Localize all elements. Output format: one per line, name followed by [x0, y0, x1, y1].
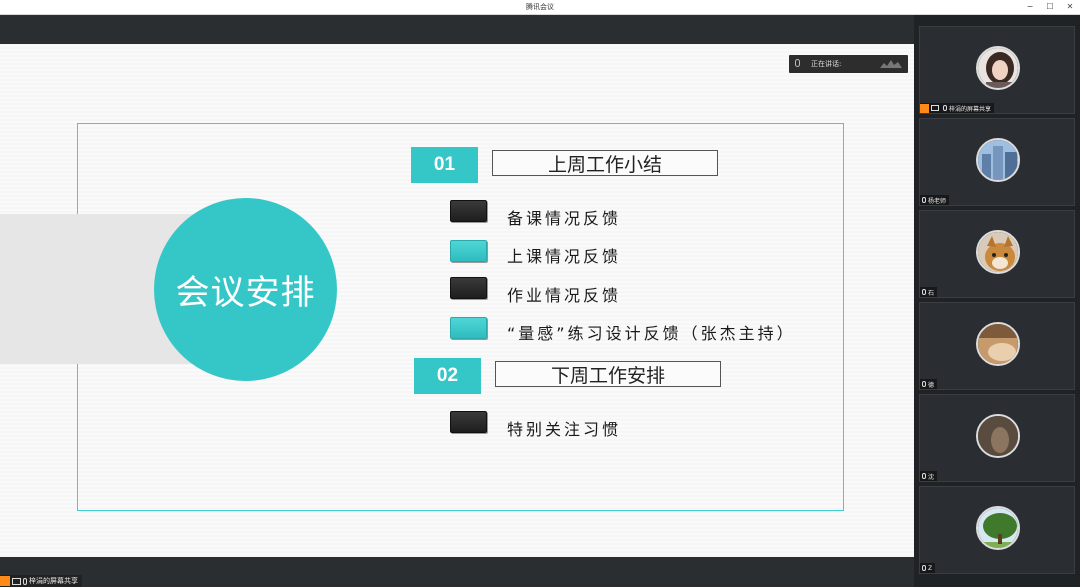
- bullet-marker: [450, 240, 487, 262]
- microphone-icon: [922, 289, 926, 295]
- shared-screen: 正在讲话: 会议安排 01 上周工作小结 备课情况反馈 上课情况反馈 作业情况反…: [0, 44, 914, 557]
- participant-panel: 梓涓的屏幕共享 杨老师 石 德 沈 Z: [914, 15, 1080, 587]
- avatar: [976, 46, 1020, 90]
- agenda-item: 作业情况反馈: [507, 286, 622, 305]
- slide-title: 会议安排: [175, 273, 316, 313]
- microphone-icon: [922, 473, 926, 479]
- bottom-bar: 梓涓的屏幕共享: [0, 557, 914, 587]
- participant-tile[interactable]: 德: [919, 302, 1075, 390]
- title-bar: 腾讯会议 − ☐ ✕: [0, 0, 1080, 15]
- agenda-item: “量感”练习设计反馈（张杰主持）: [507, 324, 796, 343]
- participant-tile[interactable]: Z: [919, 486, 1075, 574]
- section-2-number: 02: [414, 358, 481, 394]
- avatar: [976, 230, 1020, 274]
- participant-name-tag: 杨老师: [920, 195, 950, 205]
- participant-name: 德: [928, 381, 935, 389]
- host-icon: [920, 103, 929, 113]
- city-buildings-icon: [978, 140, 1018, 180]
- microphone-icon: [922, 381, 926, 387]
- speaking-indicator: 正在讲话:: [789, 55, 908, 73]
- avatar: [976, 414, 1020, 458]
- tree-photo-icon: [978, 508, 1018, 548]
- audio-wave-icon: [880, 60, 902, 68]
- minimize-button[interactable]: −: [1026, 1, 1034, 13]
- agenda-item: 特别关注习惯: [507, 420, 622, 439]
- microphone-icon: [795, 59, 800, 67]
- bullet-marker: [450, 200, 487, 222]
- window-controls: − ☐ ✕: [1026, 1, 1074, 13]
- screen-share-label: 梓涓的屏幕共享: [29, 577, 78, 585]
- agenda-item: 备课情况反馈: [507, 209, 622, 228]
- participant-name-tag: Z: [920, 563, 936, 573]
- microphone-icon: [922, 565, 926, 571]
- avatar: [976, 506, 1020, 550]
- microphone-icon: [943, 105, 947, 111]
- section-1-heading: 上周工作小结: [492, 150, 718, 176]
- host-icon: [0, 576, 10, 586]
- bullet-marker: [450, 277, 487, 299]
- participant-name: 梓涓的屏幕共享: [949, 105, 992, 113]
- participant-name-tag: 石: [920, 287, 938, 297]
- microphone-icon: [922, 197, 926, 203]
- close-button[interactable]: ✕: [1066, 1, 1074, 13]
- slide-title-circle: 会议安排: [154, 198, 337, 381]
- bullet-marker: [450, 317, 487, 339]
- participant-tile[interactable]: 沈: [919, 394, 1075, 482]
- screen-share-tag: 梓涓的屏幕共享: [0, 575, 82, 587]
- section-2-heading: 下周工作安排: [495, 361, 721, 387]
- participant-tile[interactable]: 石: [919, 210, 1075, 298]
- agenda-item: 上课情况反馈: [507, 247, 622, 266]
- screen-share-icon: [12, 577, 21, 585]
- shiba-dog-icon: [978, 232, 1018, 272]
- meeting-window: 腾讯会议 − ☐ ✕ 正在讲话: 会议安排 01 上周工作小结 备课情况反馈 上…: [0, 0, 1080, 587]
- avatar: [976, 322, 1020, 366]
- participant-name: 杨老师: [928, 197, 947, 205]
- top-toolbar-strip: [0, 15, 914, 44]
- participant-name: 沈: [928, 473, 935, 481]
- bullet-marker: [450, 411, 487, 433]
- participant-name-tag: 沈: [920, 471, 938, 481]
- section-1-number: 01: [411, 147, 478, 183]
- avatar: [976, 138, 1020, 182]
- microphone-icon: [23, 577, 27, 585]
- maximize-button[interactable]: ☐: [1046, 1, 1054, 13]
- participant-tile[interactable]: 梓涓的屏幕共享: [919, 26, 1075, 114]
- participant-name: 石: [928, 289, 935, 297]
- woman-photo-icon: [978, 48, 1018, 88]
- hand-photo-icon: [978, 324, 1018, 364]
- participant-name-tag: 德: [920, 379, 938, 389]
- screen-share-icon: [931, 105, 939, 111]
- participant-tile[interactable]: 杨老师: [919, 118, 1075, 206]
- participant-name: Z: [928, 564, 933, 572]
- window-title: 腾讯会议: [526, 3, 554, 11]
- participant-name-tag: 梓涓的屏幕共享: [920, 103, 995, 113]
- speaking-label: 正在讲话:: [811, 60, 842, 68]
- dim-photo-icon: [978, 416, 1018, 456]
